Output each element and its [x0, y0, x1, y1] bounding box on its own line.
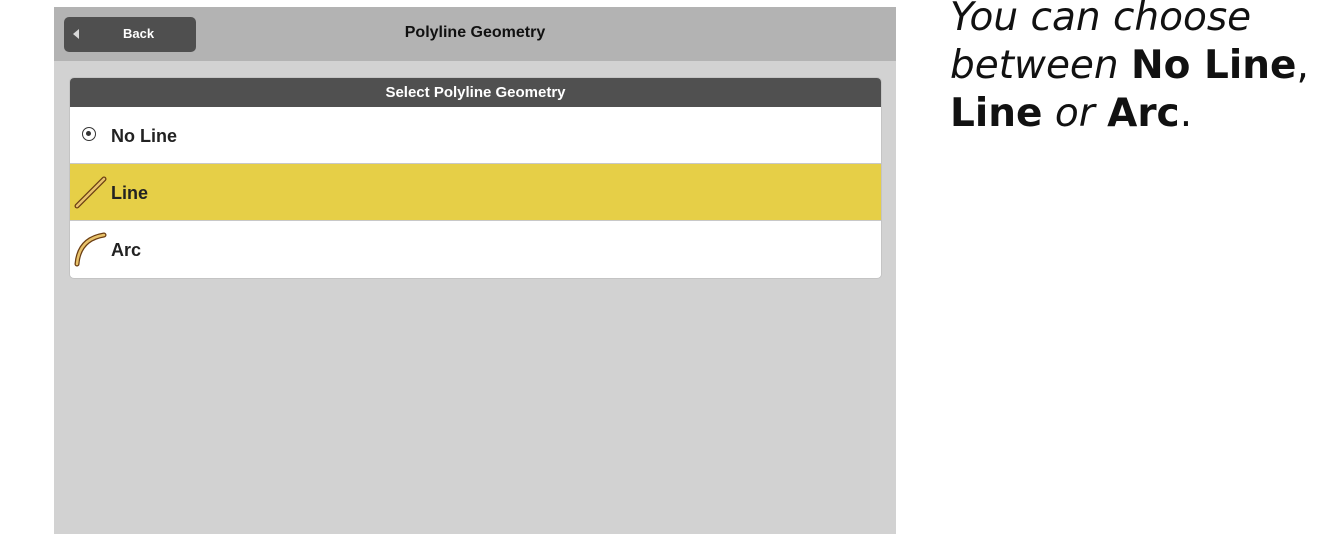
option-line[interactable]: Line [70, 164, 881, 221]
option-no-line[interactable]: No Line [70, 107, 881, 164]
radio-dot-icon [82, 127, 96, 141]
option-label: No Line [111, 126, 177, 146]
top-bar: Back Polyline Geometry [54, 7, 896, 61]
arc-segment-icon [74, 232, 107, 267]
option-label: Arc [111, 240, 142, 260]
caption-period: . [1179, 91, 1193, 136]
page: Back Polyline Geometry Select Polyline G… [0, 0, 1326, 547]
caption-text: You can choose between No Line, Line or A… [950, 0, 1320, 138]
caption-arc: Arc [1107, 91, 1180, 136]
caption-comma: , [1296, 43, 1309, 88]
line-segment-icon [74, 176, 107, 209]
caption-or: or [1042, 91, 1108, 136]
app-screen: Back Polyline Geometry Select Polyline G… [54, 7, 896, 534]
option-arc[interactable]: Arc [70, 221, 881, 277]
option-label: Line [111, 183, 149, 203]
caption-line: Line [950, 91, 1043, 136]
geometry-selection-panel: Select Polyline Geometry No Line Line Ar… [70, 78, 881, 278]
page-title: Polyline Geometry [404, 24, 546, 41]
panel-header: Select Polyline Geometry [70, 78, 881, 107]
caption-no-line: No Line [1131, 43, 1297, 88]
